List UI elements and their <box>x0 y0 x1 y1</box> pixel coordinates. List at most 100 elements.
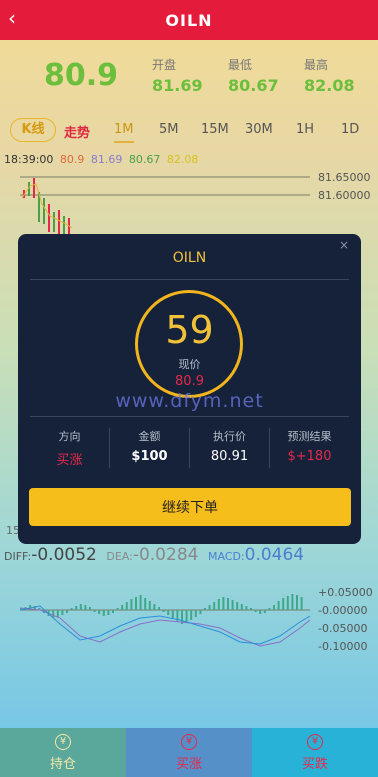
macd-bar <box>70 608 73 610</box>
back-icon[interactable]: ‹ <box>8 6 16 30</box>
macd-label: MACD: <box>207 550 245 563</box>
macd-bar <box>227 598 229 610</box>
macd-bar <box>204 608 206 610</box>
macd-bar <box>75 606 78 610</box>
macd-bar <box>245 606 248 610</box>
macd-bar <box>273 605 275 610</box>
macd-bar <box>236 602 239 610</box>
buy-up-button[interactable]: ¥ 买涨 <box>126 728 252 777</box>
direction-label: 方向 <box>58 430 81 443</box>
macd-bar <box>93 610 96 612</box>
current-price: 80.9 <box>44 58 119 93</box>
current-price-value: 80.9 <box>175 374 204 389</box>
macd-bar <box>213 602 216 610</box>
ohlc-low: 80.67 <box>128 153 161 166</box>
macd-bar <box>300 597 303 610</box>
macd-bar <box>286 596 289 610</box>
tab-1d[interactable]: 1D <box>341 122 359 137</box>
low-stat: 最低 80.67 <box>228 56 279 95</box>
macd-bar <box>176 610 179 622</box>
amount-label: 金额 <box>138 430 161 443</box>
tab-kline[interactable]: K线 <box>10 118 56 142</box>
exec-price-value: 80.91 <box>210 449 249 464</box>
macd-chart: +0.05000 -0.00000 -0.05000 -0.10000 <box>19 586 373 653</box>
open-stat: 开盘 81.69 <box>152 56 203 95</box>
yen-icon: ¥ <box>181 733 197 750</box>
macd-bar <box>171 610 174 619</box>
result-col: 预测结果 $+180 <box>270 428 349 468</box>
amount-value: $100 <box>131 449 168 464</box>
macd-bar <box>84 605 87 610</box>
tab-15m[interactable]: 15M <box>201 122 229 137</box>
order-details: 方向 买涨 金额 $100 执行价 80.91 预测结果 $+180 <box>30 428 349 468</box>
macd-bar <box>259 610 262 614</box>
macd-bar <box>144 598 147 610</box>
macd-axis-2: -0.00000 <box>318 604 367 617</box>
diff-value: -0.0052 <box>31 545 97 565</box>
axis-label-1: 81.65000 <box>318 171 371 184</box>
macd-readout: DIFF:-0.0052 DEA:-0.0284 MACD:0.0464 <box>4 545 304 565</box>
ohlc-high: 81.69 <box>90 153 123 166</box>
order-result-dialog: × OILN 59 现价 80.9 www.dfym.net 方向 买涨 金额 … <box>18 234 361 544</box>
macd-bar <box>61 610 64 615</box>
tab-1h[interactable]: 1H <box>296 122 314 137</box>
macd-bar <box>208 605 211 610</box>
macd-bar <box>222 597 225 610</box>
low-value: 80.67 <box>228 76 279 95</box>
chart-tabs: K线 走势 1M 5M 15M 30M 1H 1D <box>0 118 378 144</box>
hold-button[interactable]: ¥ 持仓 <box>0 728 126 777</box>
macd-bar <box>194 610 197 617</box>
macd-bar <box>190 610 193 620</box>
macd-bar <box>56 610 59 617</box>
tab-trend[interactable]: 走势 <box>64 122 90 141</box>
bottom-action-bar: ¥ 持仓 ¥ 买涨 ¥ 买跌 <box>0 728 378 777</box>
direction-col: 方向 买涨 <box>30 428 110 468</box>
macd-axis-3: -0.05000 <box>318 622 367 635</box>
axis-label-2: 81.60000 <box>318 189 371 202</box>
buy-down-button[interactable]: ¥ 买跌 <box>252 728 378 777</box>
dea-label: DEA: <box>106 550 133 563</box>
macd-bar <box>116 608 119 610</box>
macd-bar <box>125 602 128 610</box>
hold-label: 持仓 <box>49 756 76 772</box>
exec-price-col: 执行价 80.91 <box>190 428 270 468</box>
continue-order-button[interactable]: 继续下单 <box>29 488 351 526</box>
macd-bar <box>296 595 298 610</box>
macd-bar <box>240 604 243 610</box>
countdown-value: 59 <box>165 308 214 352</box>
diff-label: DIFF: <box>4 550 32 563</box>
buy-down-label: 买跌 <box>301 756 328 772</box>
macd-bar <box>231 600 234 610</box>
macd-bar <box>291 594 294 610</box>
macd-bar <box>98 610 101 614</box>
result-label: 预测结果 <box>287 430 332 443</box>
macd-bar <box>112 610 114 613</box>
macd-bar <box>268 608 271 610</box>
macd-bar <box>282 598 285 610</box>
open-label: 开盘 <box>152 58 177 72</box>
tab-1m[interactable]: 1M <box>114 122 134 143</box>
ohlc-open: 80.9 <box>59 153 85 166</box>
buy-up-label: 买涨 <box>175 756 202 772</box>
macd-bar <box>79 604 82 610</box>
high-label: 最高 <box>304 58 329 72</box>
dialog-title: OILN <box>172 250 207 266</box>
macd-bar <box>148 601 151 610</box>
macd-bar <box>135 597 137 610</box>
macd-value: 0.0464 <box>244 545 305 565</box>
tab-30m[interactable]: 30M <box>245 122 273 137</box>
macd-bar <box>130 599 133 610</box>
macd-bar <box>139 595 142 610</box>
current-price-label: 现价 <box>178 358 201 371</box>
macd-bar <box>107 610 110 615</box>
divider <box>30 279 349 280</box>
tab-5m[interactable]: 5M <box>159 122 179 137</box>
macd-axis-4: -0.10000 <box>318 640 367 653</box>
macd-bar <box>89 607 91 610</box>
diff-line <box>19 605 311 645</box>
quote-panel: 80.9 开盘 81.69 最低 80.67 最高 82.08 <box>0 52 378 108</box>
amount-col: 金额 $100 <box>110 428 190 468</box>
macd-axis-1: +0.05000 <box>318 586 373 599</box>
divider <box>30 416 349 417</box>
result-value: $+180 <box>287 449 332 464</box>
